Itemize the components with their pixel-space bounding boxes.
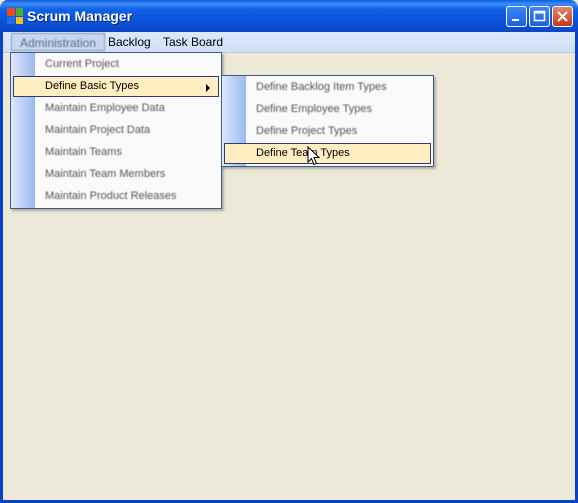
menu-item-define-backlog-item-types[interactable]: Define Backlog Item Types: [224, 77, 431, 98]
menu-item-maintain-employee-data[interactable]: Maintain Employee Data: [13, 98, 219, 119]
submenu-arrow-icon: [206, 84, 210, 92]
menu-item-define-team-types[interactable]: Define Team Types: [224, 143, 431, 164]
window-title: Scrum Manager: [27, 8, 133, 24]
administration-dropdown: Current Project Define Basic Types Maint…: [10, 52, 222, 209]
title-bar[interactable]: Scrum Manager: [0, 0, 578, 32]
menu-backlog[interactable]: Backlog: [100, 33, 159, 51]
menu-administration[interactable]: Administration: [11, 33, 106, 51]
basic-types-submenu: Define Backlog Item Types Define Employe…: [221, 75, 434, 167]
minimize-icon[interactable]: [506, 6, 527, 27]
scrum-app-icon[interactable]: [7, 8, 23, 24]
menu-item-maintain-product-releases[interactable]: Maintain Product Releases: [13, 186, 219, 207]
menu-item-define-basic-types[interactable]: Define Basic Types: [13, 76, 219, 97]
menu-item-label: Define Basic Types: [45, 80, 139, 92]
menu-item-maintain-teams[interactable]: Maintain Teams: [13, 142, 219, 163]
menu-item-define-project-types[interactable]: Define Project Types: [224, 121, 431, 142]
menu-item-maintain-team-members[interactable]: Maintain Team Members: [13, 164, 219, 185]
close-icon[interactable]: [552, 6, 573, 27]
mouse-pointer-icon: [307, 146, 321, 166]
menu-task-board[interactable]: Task Board: [155, 33, 231, 51]
menu-item-current-project[interactable]: Current Project: [13, 54, 219, 75]
menu-bar: Administration Backlog Task Board: [3, 32, 575, 53]
maximize-icon[interactable]: [529, 6, 550, 27]
menu-item-define-employee-types[interactable]: Define Employee Types: [224, 99, 431, 120]
menu-item-maintain-project-data[interactable]: Maintain Project Data: [13, 120, 219, 141]
